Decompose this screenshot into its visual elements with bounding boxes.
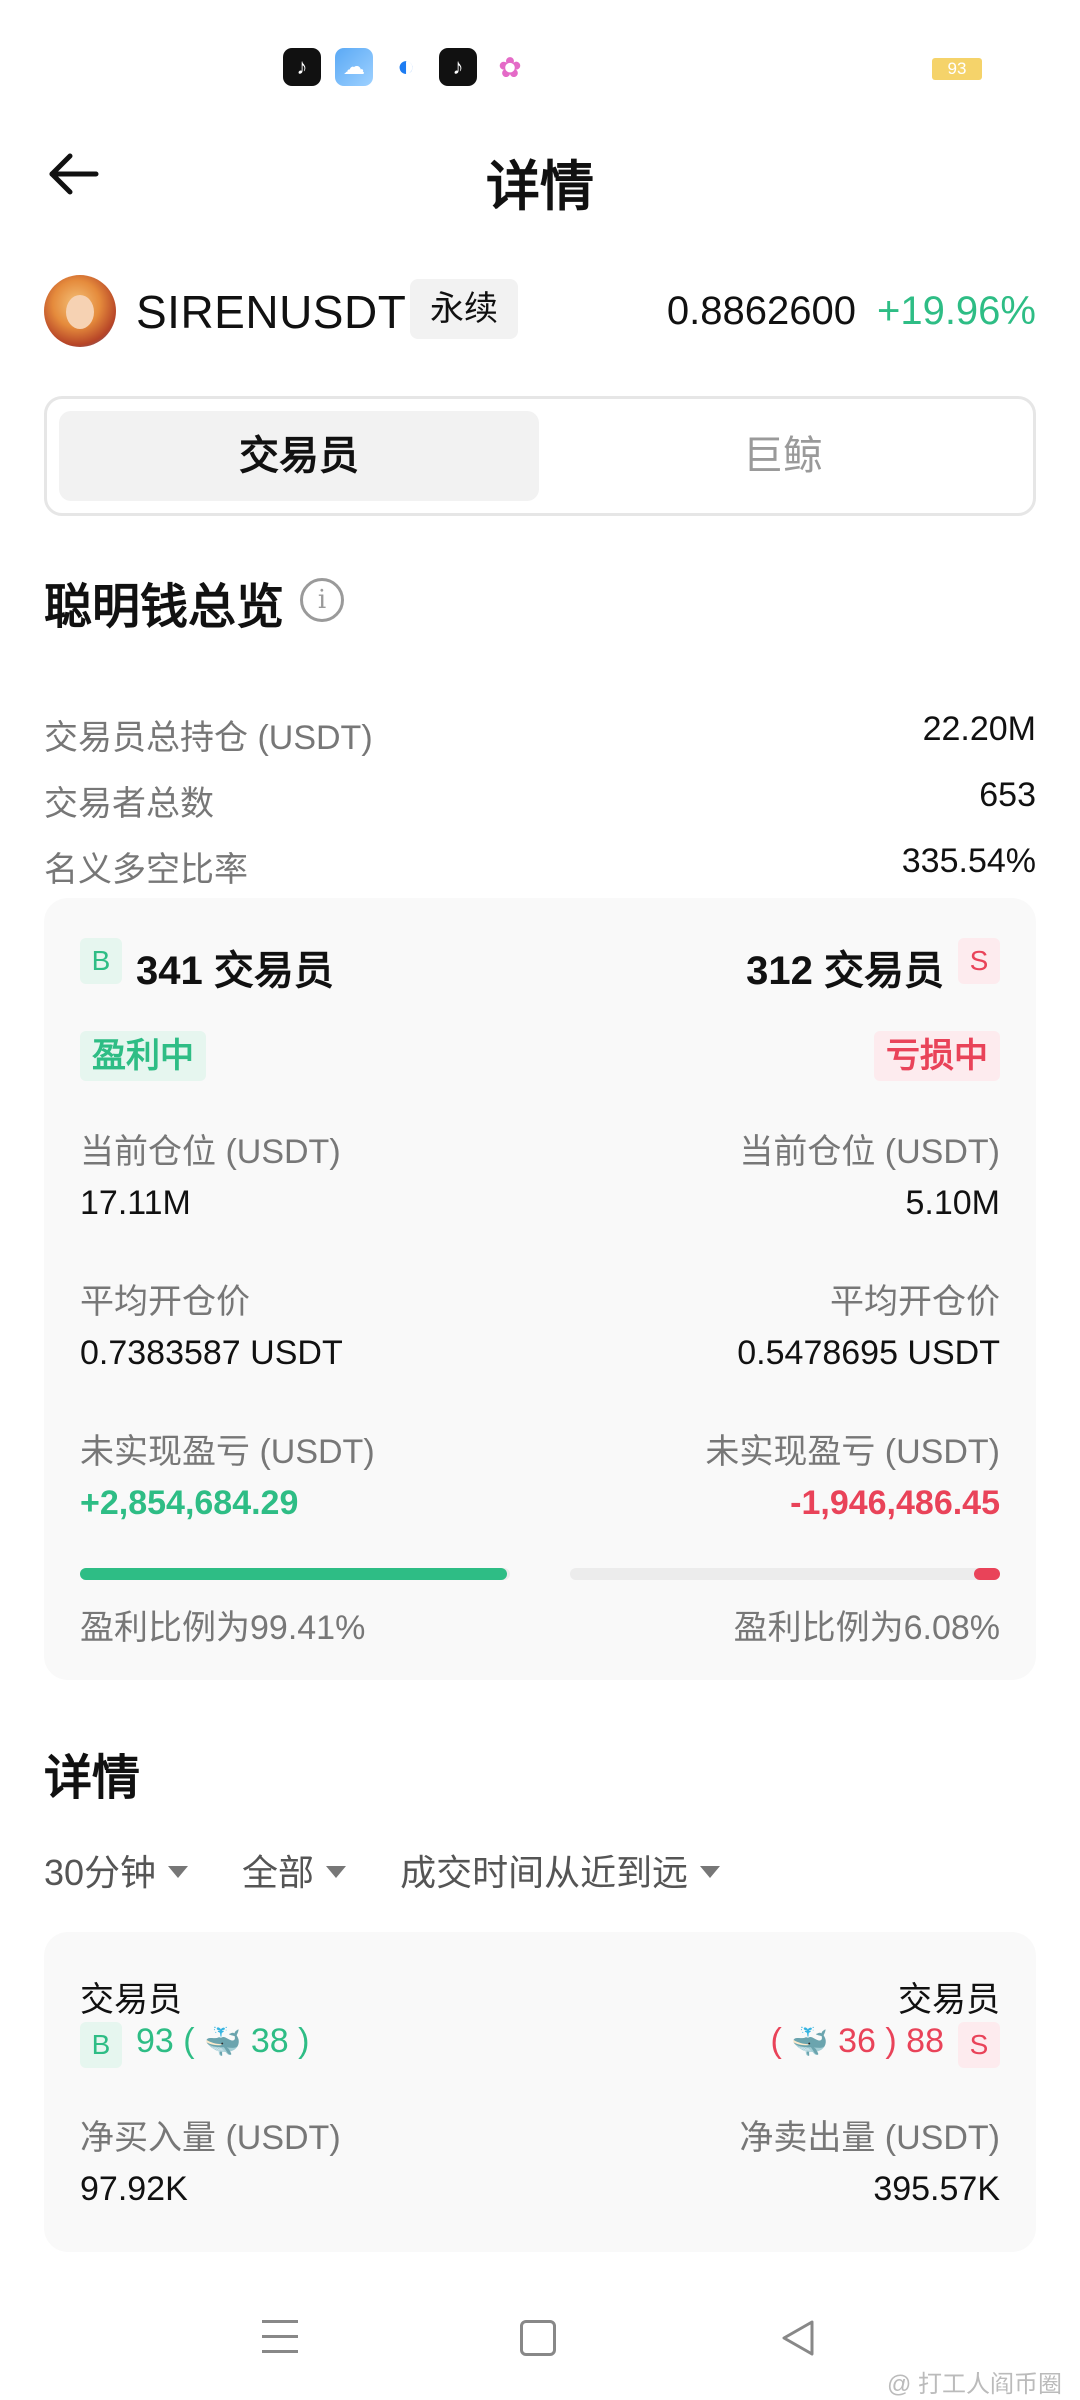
overview-row: 交易员总持仓 (USDT) 22.20M: [44, 710, 1036, 760]
page-title: 详情: [486, 157, 594, 217]
long-trader-count: 341 交易员: [136, 949, 334, 993]
caret-down-icon: [700, 1866, 721, 1878]
loss-status-tag: 亏损中: [874, 1031, 1000, 1081]
overview-title: 聪明钱总览: [44, 581, 285, 634]
sell-trader-count: ( 🐳 36 ) 88: [770, 2022, 944, 2060]
net-sell-label: 净卖出量 (USDT): [739, 2119, 1000, 2157]
short-trader-count: 312 交易员: [746, 949, 944, 993]
tiktok-icon: ♪: [439, 48, 477, 86]
long-badge: B: [80, 938, 122, 984]
tab-traders[interactable]: 交易员: [59, 411, 539, 501]
whale-icon: 🐳: [204, 2026, 242, 2059]
sell-traders-title: 交易员: [898, 1981, 1000, 2019]
tiktok-icon: ♪: [283, 48, 321, 86]
long-short-card: B 341 交易员 312 交易员 S 盈利中 亏损中 当前仓位 (USDT) …: [44, 898, 1036, 1680]
buy-traders-title: 交易员: [80, 1981, 182, 2019]
buy-whale-count: 38: [250, 2022, 289, 2060]
back-triangle-icon[interactable]: [778, 2318, 818, 2358]
short-pnl-label: 未实现盈亏 (USDT): [705, 1433, 1000, 1471]
sell-badge: S: [958, 2022, 1000, 2068]
info-icon[interactable]: i: [300, 578, 344, 622]
price-change: +19.96%: [876, 289, 1036, 333]
menu-icon[interactable]: [262, 2320, 298, 2356]
net-sell-value: 395.57K: [873, 2170, 1000, 2208]
details-title: 详情: [44, 1752, 141, 1805]
type-filter-dropdown[interactable]: 全部: [242, 1840, 347, 1900]
long-avg-price-value: 0.7383587 USDT: [80, 1334, 343, 1372]
sort-filter-dropdown[interactable]: 成交时间从近到远: [400, 1840, 721, 1900]
buy-badge: B: [80, 2022, 122, 2068]
symbol-name: SIRENUSDT: [136, 286, 407, 338]
symbol-row: SIRENUSDT 永续 0.8862600 +19.96%: [44, 275, 1036, 349]
long-position-value: 17.11M: [80, 1184, 191, 1222]
overview-label: 交易者总数: [44, 785, 214, 823]
long-profit-ratio-bar: [80, 1568, 510, 1580]
price: 0.8862600: [666, 289, 856, 333]
long-avg-price-label: 平均开仓价: [80, 1283, 250, 1321]
short-badge: S: [958, 938, 1000, 984]
header: 详情: [0, 130, 1080, 218]
overview-value: 22.20M: [922, 710, 1036, 748]
tab-whales[interactable]: 巨鲸: [543, 411, 1023, 501]
whale-icon: 🐳: [791, 2026, 829, 2059]
overview-row: 交易者总数 653: [44, 776, 1036, 826]
sort-filter-label: 成交时间从近到远: [400, 1852, 689, 1893]
profit-status-tag: 盈利中: [80, 1031, 206, 1081]
contract-type-badge: 永续: [410, 279, 518, 339]
caret-down-icon: [326, 1866, 347, 1878]
short-position-value: 5.10M: [905, 1184, 1001, 1222]
app-icon: ✿: [491, 48, 529, 86]
time-filter-dropdown[interactable]: 30分钟: [44, 1840, 189, 1900]
detail-card: 交易员 交易员 B 93 ( 🐳 38 ) ( 🐳 36 ) 88 S 净买入量…: [44, 1932, 1036, 2252]
avatar: [44, 275, 116, 347]
short-position-label: 当前仓位 (USDT): [739, 1133, 1000, 1171]
short-avg-price-value: 0.5478695 USDT: [737, 1334, 1000, 1372]
long-pnl-value: +2,854,684.29: [80, 1484, 299, 1522]
net-buy-value: 97.92K: [80, 2170, 188, 2208]
overview-value: 335.54%: [901, 842, 1036, 880]
overview-value: 653: [979, 776, 1036, 814]
short-profit-ratio-fill: [973, 1568, 1000, 1580]
app-icon: ◐: [387, 48, 425, 86]
notification-icons: ♪ ☁ ◐ ♪ ✿: [283, 48, 529, 86]
caret-down-icon: [168, 1866, 189, 1878]
home-icon[interactable]: [520, 2320, 556, 2356]
overview-row: 名义多空比率 335.54%: [44, 842, 1036, 892]
filter-row: 30分钟 全部 成交时间从近到远: [44, 1840, 721, 1900]
time-filter-label: 30分钟: [44, 1852, 157, 1893]
short-avg-price-label: 平均开仓价: [830, 1283, 1000, 1321]
long-pnl-label: 未实现盈亏 (USDT): [80, 1433, 375, 1471]
net-buy-label: 净买入量 (USDT): [80, 2119, 341, 2157]
overview-label: 名义多空比率: [44, 851, 248, 889]
watermark: @ 打工人阎币圈: [886, 2371, 1062, 2398]
short-pnl-value: -1,946,486.45: [790, 1484, 1000, 1522]
long-position-label: 当前仓位 (USDT): [80, 1133, 341, 1171]
battery-icon: 93: [932, 58, 982, 80]
weather-icon: ☁: [335, 48, 373, 86]
status-bar: ♪ ☁ ◐ ♪ ✿ 93: [0, 0, 1080, 120]
short-profit-ratio-text: 盈利比例为6.08%: [733, 1609, 1000, 1647]
type-filter-label: 全部: [242, 1852, 315, 1893]
segmented-tabs: 交易员 巨鲸: [44, 396, 1036, 516]
long-profit-ratio-text: 盈利比例为99.41%: [80, 1609, 366, 1647]
buy-trader-count: 93 ( 🐳 38 ): [136, 2022, 310, 2060]
long-profit-ratio-fill: [80, 1568, 508, 1580]
short-profit-ratio-bar: [570, 1568, 1000, 1580]
sell-whale-count: 36: [838, 2022, 876, 2060]
sell-count: 88: [906, 2022, 944, 2060]
overview-label: 交易员总持仓 (USDT): [44, 719, 373, 757]
buy-count: 93: [136, 2022, 174, 2060]
